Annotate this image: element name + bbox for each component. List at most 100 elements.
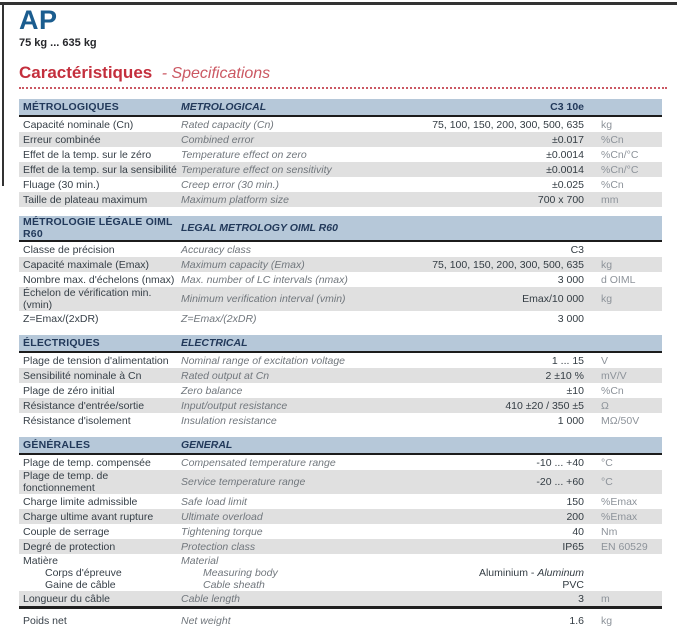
spec-section-4: GÉNÉRALESGENERALPlage de temp. compensée… bbox=[19, 437, 662, 628]
spec-section-1: MÉTROLOGIQUESMETROLOGICALC3 10eCapacité … bbox=[19, 99, 662, 207]
row-value: 150 bbox=[392, 496, 592, 508]
section-header-row: MÉTROLOGIE LÉGALE OIML R60LEGAL METROLOG… bbox=[19, 216, 662, 242]
row-label-fr: Plage de tension d'alimentation bbox=[23, 355, 181, 367]
row-label-fr: Capacité maximale (Emax) bbox=[23, 259, 181, 271]
spec-row: Charge limite admissibleSafe load limit1… bbox=[19, 494, 662, 509]
row-label-en: Maximum capacity (Emax) bbox=[181, 259, 392, 271]
row-label-fr: Couple de serrage bbox=[23, 526, 181, 538]
row-label-fr: Échelon de vérification min. (vmin) bbox=[23, 287, 181, 311]
row-label-en: Service temperature range bbox=[181, 476, 392, 488]
spec-row: Fluage (30 min.)Creep error (30 min.)±0.… bbox=[19, 177, 662, 192]
row-unit: %Cn bbox=[592, 179, 662, 191]
row-unit: %Cn bbox=[592, 385, 662, 397]
row-value: 40 bbox=[392, 526, 592, 538]
section-heading: Caractéristiques - Specifications bbox=[19, 63, 667, 89]
section-title-en: METROLOGICAL bbox=[181, 101, 392, 113]
row-unit: m bbox=[592, 593, 662, 605]
row-label-en: Input/output resistance bbox=[181, 400, 392, 412]
page-border-top bbox=[0, 2, 677, 5]
row-label-fr: Degré de protection bbox=[23, 541, 181, 553]
row-label-fr: Classe de précision bbox=[23, 244, 181, 256]
spec-row: Capacité nominale (Cn)Rated capacity (Cn… bbox=[19, 117, 662, 132]
row-value: 3 000 bbox=[392, 274, 592, 286]
spec-row: Plage de temp. compenséeCompensated temp… bbox=[19, 455, 662, 470]
row-label-fr: Plage de temp. de fonctionnement bbox=[23, 470, 181, 494]
row-label-en: Cable length bbox=[181, 593, 392, 605]
row-value: Emax/10 000 bbox=[392, 293, 592, 305]
spec-row: Couple de serrageTightening torque40Nm bbox=[19, 524, 662, 539]
row-value: ±0.025 bbox=[392, 179, 592, 191]
row-value: 3 000 bbox=[392, 313, 592, 325]
row-label-en: Max. number of LC intervals (nmax) bbox=[181, 274, 392, 286]
section-title-en: LEGAL METROLOGY OIML R60 bbox=[181, 222, 392, 234]
row-label-fr: Erreur combinée bbox=[23, 134, 181, 146]
row-label-fr: Capacité nominale (Cn) bbox=[23, 119, 181, 131]
spec-row: Poids netNet weight1.6kg bbox=[19, 613, 662, 628]
row-label-en: Material bbox=[181, 555, 392, 567]
subrow-value: PVC bbox=[392, 579, 592, 591]
spec-row: Capacité maximale (Emax)Maximum capacity… bbox=[19, 257, 662, 272]
spec-row: Plage de zéro initialZero balance±10%Cn bbox=[19, 383, 662, 398]
product-title: AP bbox=[19, 6, 663, 34]
spec-row: Effet de la temp. sur la sensibilitéTemp… bbox=[19, 162, 662, 177]
row-value: 2 ±10 % bbox=[392, 370, 592, 382]
spec-row: Charge ultime avant ruptureUltimate over… bbox=[19, 509, 662, 524]
spec-section-2: MÉTROLOGIE LÉGALE OIML R60LEGAL METROLOG… bbox=[19, 216, 662, 326]
row-value: 410 ±20 / 350 ±5 bbox=[392, 400, 592, 412]
spec-row: Échelon de vérification min. (vmin)Minim… bbox=[19, 287, 662, 311]
row-value: 1 000 bbox=[392, 415, 592, 427]
row-unit: kg bbox=[592, 293, 662, 305]
subrow-label-fr: Gaine de câble bbox=[23, 579, 181, 591]
row-value: 75, 100, 150, 200, 300, 500, 635 bbox=[392, 119, 592, 131]
row-value: 700 x 700 bbox=[392, 194, 592, 206]
row-label-fr: Poids net bbox=[23, 615, 181, 627]
row-label-en: Compensated temperature range bbox=[181, 457, 392, 469]
row-unit: %Emax bbox=[592, 511, 662, 523]
row-label-fr: Résistance d'entrée/sortie bbox=[23, 400, 181, 412]
row-label-en: Insulation resistance bbox=[181, 415, 392, 427]
row-label-fr: Effet de la temp. sur le zéro bbox=[23, 149, 181, 161]
spec-row: Degré de protectionProtection classIP65E… bbox=[19, 539, 662, 554]
row-label-fr: Z=Emax/(2xDR) bbox=[23, 313, 181, 325]
spec-row: Résistance d'entrée/sortieInput/output r… bbox=[19, 398, 662, 413]
section-title-fr: ÉLECTRIQUES bbox=[23, 337, 181, 349]
row-label-fr: Plage de zéro initial bbox=[23, 385, 181, 397]
row-label-en: Creep error (30 min.) bbox=[181, 179, 392, 191]
row-value: ±10 bbox=[392, 385, 592, 397]
spec-subrow: Corps d'épreuveMeasuring bodyAluminium -… bbox=[19, 567, 662, 579]
row-label-fr: Fluage (30 min.) bbox=[23, 179, 181, 191]
capacity-range: 75 kg ... 635 kg bbox=[19, 37, 663, 51]
datasheet-page: AP 75 kg ... 635 kg Caractéristiques - S… bbox=[19, 6, 663, 637]
row-label-en: Accuracy class bbox=[181, 244, 392, 256]
row-value: IP65 bbox=[392, 541, 592, 553]
row-unit: kg bbox=[592, 615, 662, 627]
row-label-fr: Effet de la temp. sur la sensibilité bbox=[23, 164, 181, 176]
row-unit: %Cn/°C bbox=[592, 149, 662, 161]
subrow-label-en: Cable sheath bbox=[181, 579, 392, 591]
row-value: ±0.0014 bbox=[392, 164, 592, 176]
row-unit: mm bbox=[592, 194, 662, 206]
row-label-en: Rated capacity (Cn) bbox=[181, 119, 392, 131]
page-border-left bbox=[2, 2, 4, 186]
row-label-en: Net weight bbox=[181, 615, 392, 627]
row-unit: °C bbox=[592, 457, 662, 469]
spec-row: Effet de la temp. sur le zéroTemperature… bbox=[19, 147, 662, 162]
row-label-en: Temperature effect on zero bbox=[181, 149, 392, 161]
section-title-en: GENERAL bbox=[181, 439, 392, 451]
spec-row: Longueur du câbleCable length3m bbox=[19, 591, 662, 609]
row-label-en: Z=Emax/(2xDR) bbox=[181, 313, 392, 325]
subrow-value-italic: Aluminum bbox=[537, 567, 584, 579]
row-unit: %Emax bbox=[592, 496, 662, 508]
row-unit: V bbox=[592, 355, 662, 367]
row-value: ±0.017 bbox=[392, 134, 592, 146]
row-label-en: Safe load limit bbox=[181, 496, 392, 508]
row-label-fr: Charge ultime avant rupture bbox=[23, 511, 181, 523]
row-label-fr: Charge limite admissible bbox=[23, 496, 181, 508]
spec-row: Nombre max. d'échelons (nmax)Max. number… bbox=[19, 272, 662, 287]
row-unit: %Cn bbox=[592, 134, 662, 146]
row-unit: Nm bbox=[592, 526, 662, 538]
row-value: 75, 100, 150, 200, 300, 500, 635 bbox=[392, 259, 592, 271]
spec-subrow: Gaine de câbleCable sheathPVC bbox=[19, 579, 662, 591]
row-label-en: Zero balance bbox=[181, 385, 392, 397]
row-label-en: Maximum platform size bbox=[181, 194, 392, 206]
